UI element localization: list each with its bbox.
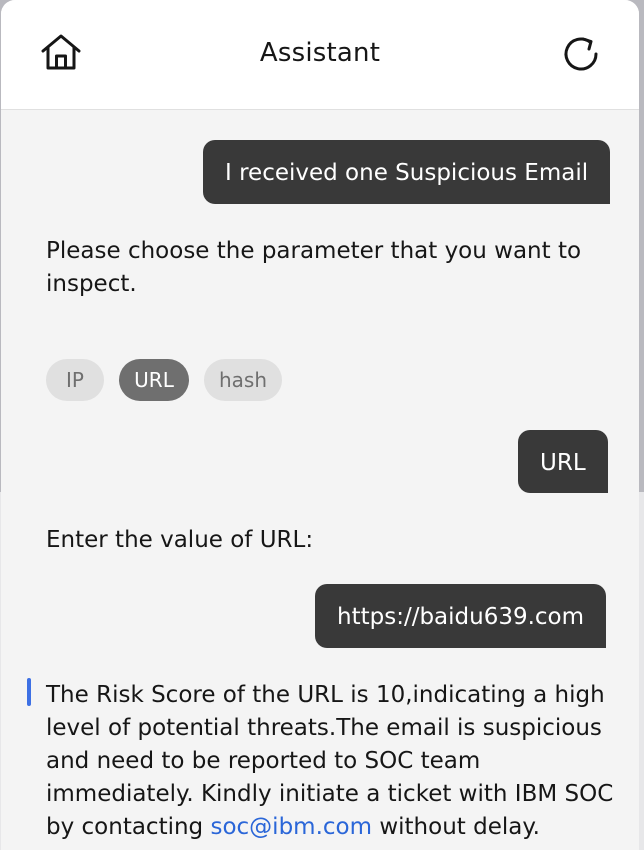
bot-message: Please choose the parameter that you wan… xyxy=(46,238,582,297)
result-indicator xyxy=(27,678,31,706)
option-chip-ip[interactable]: IP xyxy=(46,359,104,401)
page-title: Assistant xyxy=(259,38,381,68)
user-message: URL xyxy=(518,430,608,493)
risk-result-message: The Risk Score of the URL is 10,indicati… xyxy=(46,679,616,844)
user-message: https://baidu639.com xyxy=(315,584,607,648)
header: Assistant xyxy=(1,0,639,110)
refresh-button[interactable] xyxy=(559,32,603,76)
user-message: I received one Suspicious Email xyxy=(203,140,611,204)
refresh-icon xyxy=(564,37,598,71)
option-chip-url[interactable]: URL xyxy=(119,359,189,401)
assistant-panel: Assistant I received one Suspicious Emai… xyxy=(1,0,639,850)
bot-message: Enter the value of URL: xyxy=(46,527,314,553)
option-chip-hash[interactable]: hash xyxy=(204,359,282,401)
soc-email-link[interactable]: soc@ibm.com xyxy=(210,814,372,840)
result-text-end: without delay. xyxy=(372,814,540,840)
